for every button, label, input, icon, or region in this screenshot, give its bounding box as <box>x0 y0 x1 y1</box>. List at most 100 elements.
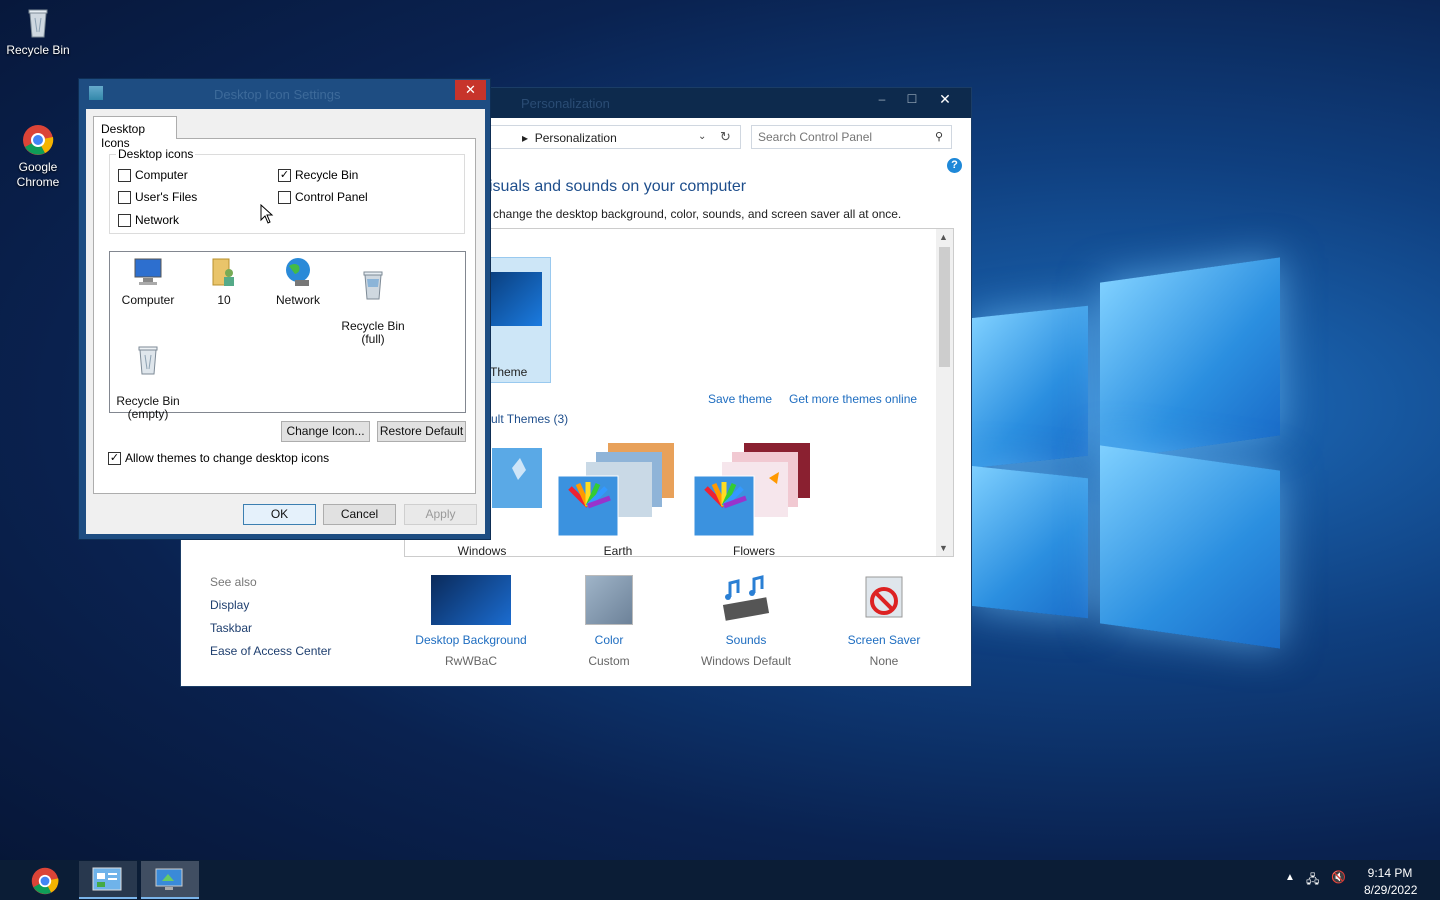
icon-item-label: Recycle Bin (empty) <box>116 394 180 421</box>
network-icon <box>281 256 315 288</box>
item-title: Color <box>594 633 624 647</box>
icon-item-label: Computer <box>121 293 175 307</box>
checkbox-box[interactable] <box>278 190 291 204</box>
checkbox-control-panel[interactable]: Control Panel <box>278 190 368 204</box>
scrollbar-thumb[interactable] <box>939 247 950 367</box>
maximize-button[interactable]: ☐ <box>897 88 927 110</box>
checkbox-network[interactable]: Network <box>118 213 179 227</box>
desktop-background-icon <box>431 575 511 625</box>
theme-earth[interactable]: Earth <box>557 438 678 558</box>
scroll-down-icon[interactable]: ▼ <box>939 543 948 553</box>
color-icon <box>585 575 633 625</box>
icon-item-label: Recycle Bin (full) <box>341 319 405 346</box>
desktop-icon-google-chrome[interactable]: Google Chrome <box>0 93 76 205</box>
link-taskbar[interactable]: Taskbar <box>210 621 252 635</box>
desktop-background-item[interactable]: Desktop Background RwWBaC <box>406 575 536 668</box>
computer-icon <box>131 256 165 288</box>
item-value: None <box>869 654 899 668</box>
chrome-icon <box>21 108 55 155</box>
mouse-cursor-icon <box>260 204 274 224</box>
screen-saver-item[interactable]: Screen Saver None <box>819 575 949 668</box>
chrome-icon <box>31 867 59 895</box>
checkbox-computer[interactable]: Computer <box>118 168 188 182</box>
taskbar-chrome-button[interactable] <box>17 861 75 899</box>
desktop-icon-recycle-bin[interactable]: Recycle Bin <box>0 6 76 57</box>
ok-button[interactable]: OK <box>243 504 316 525</box>
desktop-icon-settings-dialog: Desktop Icon Settings ✕ Desktop Icons De… <box>78 78 491 540</box>
item-value: Custom <box>588 654 630 668</box>
checkbox-recycle-bin[interactable]: ✓ Recycle Bin <box>278 168 358 182</box>
dialog-icon <box>89 86 103 100</box>
link-display[interactable]: Display <box>210 598 249 612</box>
taskbar-desktop-icon-settings-button[interactable] <box>141 861 199 899</box>
screen-saver-icon <box>844 575 924 625</box>
link-ease-of-access[interactable]: Ease of Access Center <box>210 644 331 658</box>
checkbox-box[interactable] <box>118 190 131 204</box>
earth-theme-thumbnail <box>557 443 674 537</box>
themes-scrollbar[interactable]: ▲ ▼ <box>936 229 953 556</box>
page-heading: visuals and sounds on your computer <box>481 178 747 195</box>
scroll-up-icon[interactable]: ▲ <box>939 232 948 242</box>
clock-time: 9:14 PM <box>1367 866 1413 880</box>
refresh-icon[interactable]: ↻ <box>720 129 731 145</box>
checkbox-label: User's Files <box>135 190 198 204</box>
search-box[interactable]: ⚲ <box>751 125 952 149</box>
theme-thumbnail <box>490 272 542 326</box>
taskbar-control-panel-button[interactable] <box>79 861 137 899</box>
cancel-button[interactable]: Cancel <box>323 504 396 525</box>
search-icon[interactable]: ⚲ <box>935 130 943 143</box>
get-more-themes-link[interactable]: Get more themes online <box>789 392 917 406</box>
theme-flowers[interactable]: Flowers <box>693 438 814 558</box>
desktop-icons-group: Desktop icons Computer ✓ Recycle Bin User… <box>109 147 465 234</box>
network-tray-icon[interactable]: 🖧 <box>1306 870 1319 891</box>
color-item[interactable]: Color Custom <box>544 575 674 668</box>
icon-item-recycle-bin-empty[interactable]: Recycle Bin (empty) <box>110 331 186 434</box>
checkbox-label: Network <box>135 213 180 227</box>
sounds-icon <box>706 575 786 625</box>
minimize-button[interactable]: – <box>867 88 897 110</box>
dialog-titlebar[interactable]: Desktop Icon Settings ✕ <box>79 79 490 109</box>
theme-label: Windows <box>457 544 507 558</box>
clock-date: 8/29/2022 <box>1364 883 1418 897</box>
chevron-down-icon[interactable]: ⌄ <box>698 131 706 142</box>
checkbox-box[interactable] <box>118 213 131 227</box>
dialog-body: Desktop Icons Desktop icons Computer ✓ Re… <box>86 109 485 534</box>
checkbox-users-files[interactable]: User's Files <box>118 190 197 204</box>
dialog-title: Desktop Icon Settings <box>214 87 341 102</box>
icon-item-user-files[interactable]: 10 <box>186 256 262 307</box>
desktop-icon-label: Google Chrome <box>16 160 60 189</box>
checkbox-label: Computer <box>135 168 188 182</box>
clock[interactable]: 9:14 PM 8/29/2022 <box>1364 865 1418 899</box>
icon-item-label: Network <box>275 293 320 307</box>
my-theme-card[interactable]: Theme <box>481 257 551 383</box>
breadcrumb[interactable]: ▸ Personalization <box>522 131 617 145</box>
volume-muted-icon[interactable]: 🔇 <box>1331 870 1346 884</box>
my-theme-label: Theme <box>490 365 528 379</box>
taskbar: ▲ 🖧 🔇 9:14 PM 8/29/2022 <box>0 860 1440 900</box>
sounds-item[interactable]: Sounds Windows Default <box>681 575 811 668</box>
apply-button[interactable]: Apply <box>404 504 477 525</box>
checkbox-box[interactable] <box>118 168 131 182</box>
see-also-heading: See also <box>210 575 257 589</box>
dialog-close-button[interactable]: ✕ <box>455 80 486 100</box>
icon-item-network[interactable]: Network <box>260 256 336 307</box>
show-hidden-icons-button[interactable]: ▲ <box>1285 872 1295 883</box>
icon-list[interactable]: Computer 10 Network Recycle Bin (full) R… <box>109 251 466 421</box>
restore-default-button[interactable]: Restore Default <box>377 421 466 442</box>
save-theme-link[interactable]: Save theme <box>708 392 772 406</box>
recycle-bin-icon <box>21 6 55 40</box>
tab-desktop-icons[interactable]: Desktop Icons <box>93 116 177 150</box>
icon-item-label: 10 <box>217 293 231 307</box>
change-icon-button[interactable]: Change Icon... <box>281 421 370 442</box>
icon-item-recycle-bin-full[interactable]: Recycle Bin (full) <box>335 256 411 359</box>
allow-themes-checkbox[interactable]: ✓ Allow themes to change desktop icons <box>108 451 329 465</box>
checkbox-box-checked[interactable]: ✓ <box>108 451 121 465</box>
wallpaper-windows-logo <box>970 250 1290 650</box>
recycle-bin-full-icon <box>356 269 390 301</box>
checkbox-box-checked[interactable]: ✓ <box>278 168 291 182</box>
default-themes-header: ult Themes (3) <box>491 412 569 426</box>
icon-item-computer[interactable]: Computer <box>110 256 186 307</box>
close-button[interactable]: ✕ <box>927 88 963 110</box>
help-icon[interactable]: ? <box>947 158 962 173</box>
search-input[interactable] <box>758 127 928 147</box>
